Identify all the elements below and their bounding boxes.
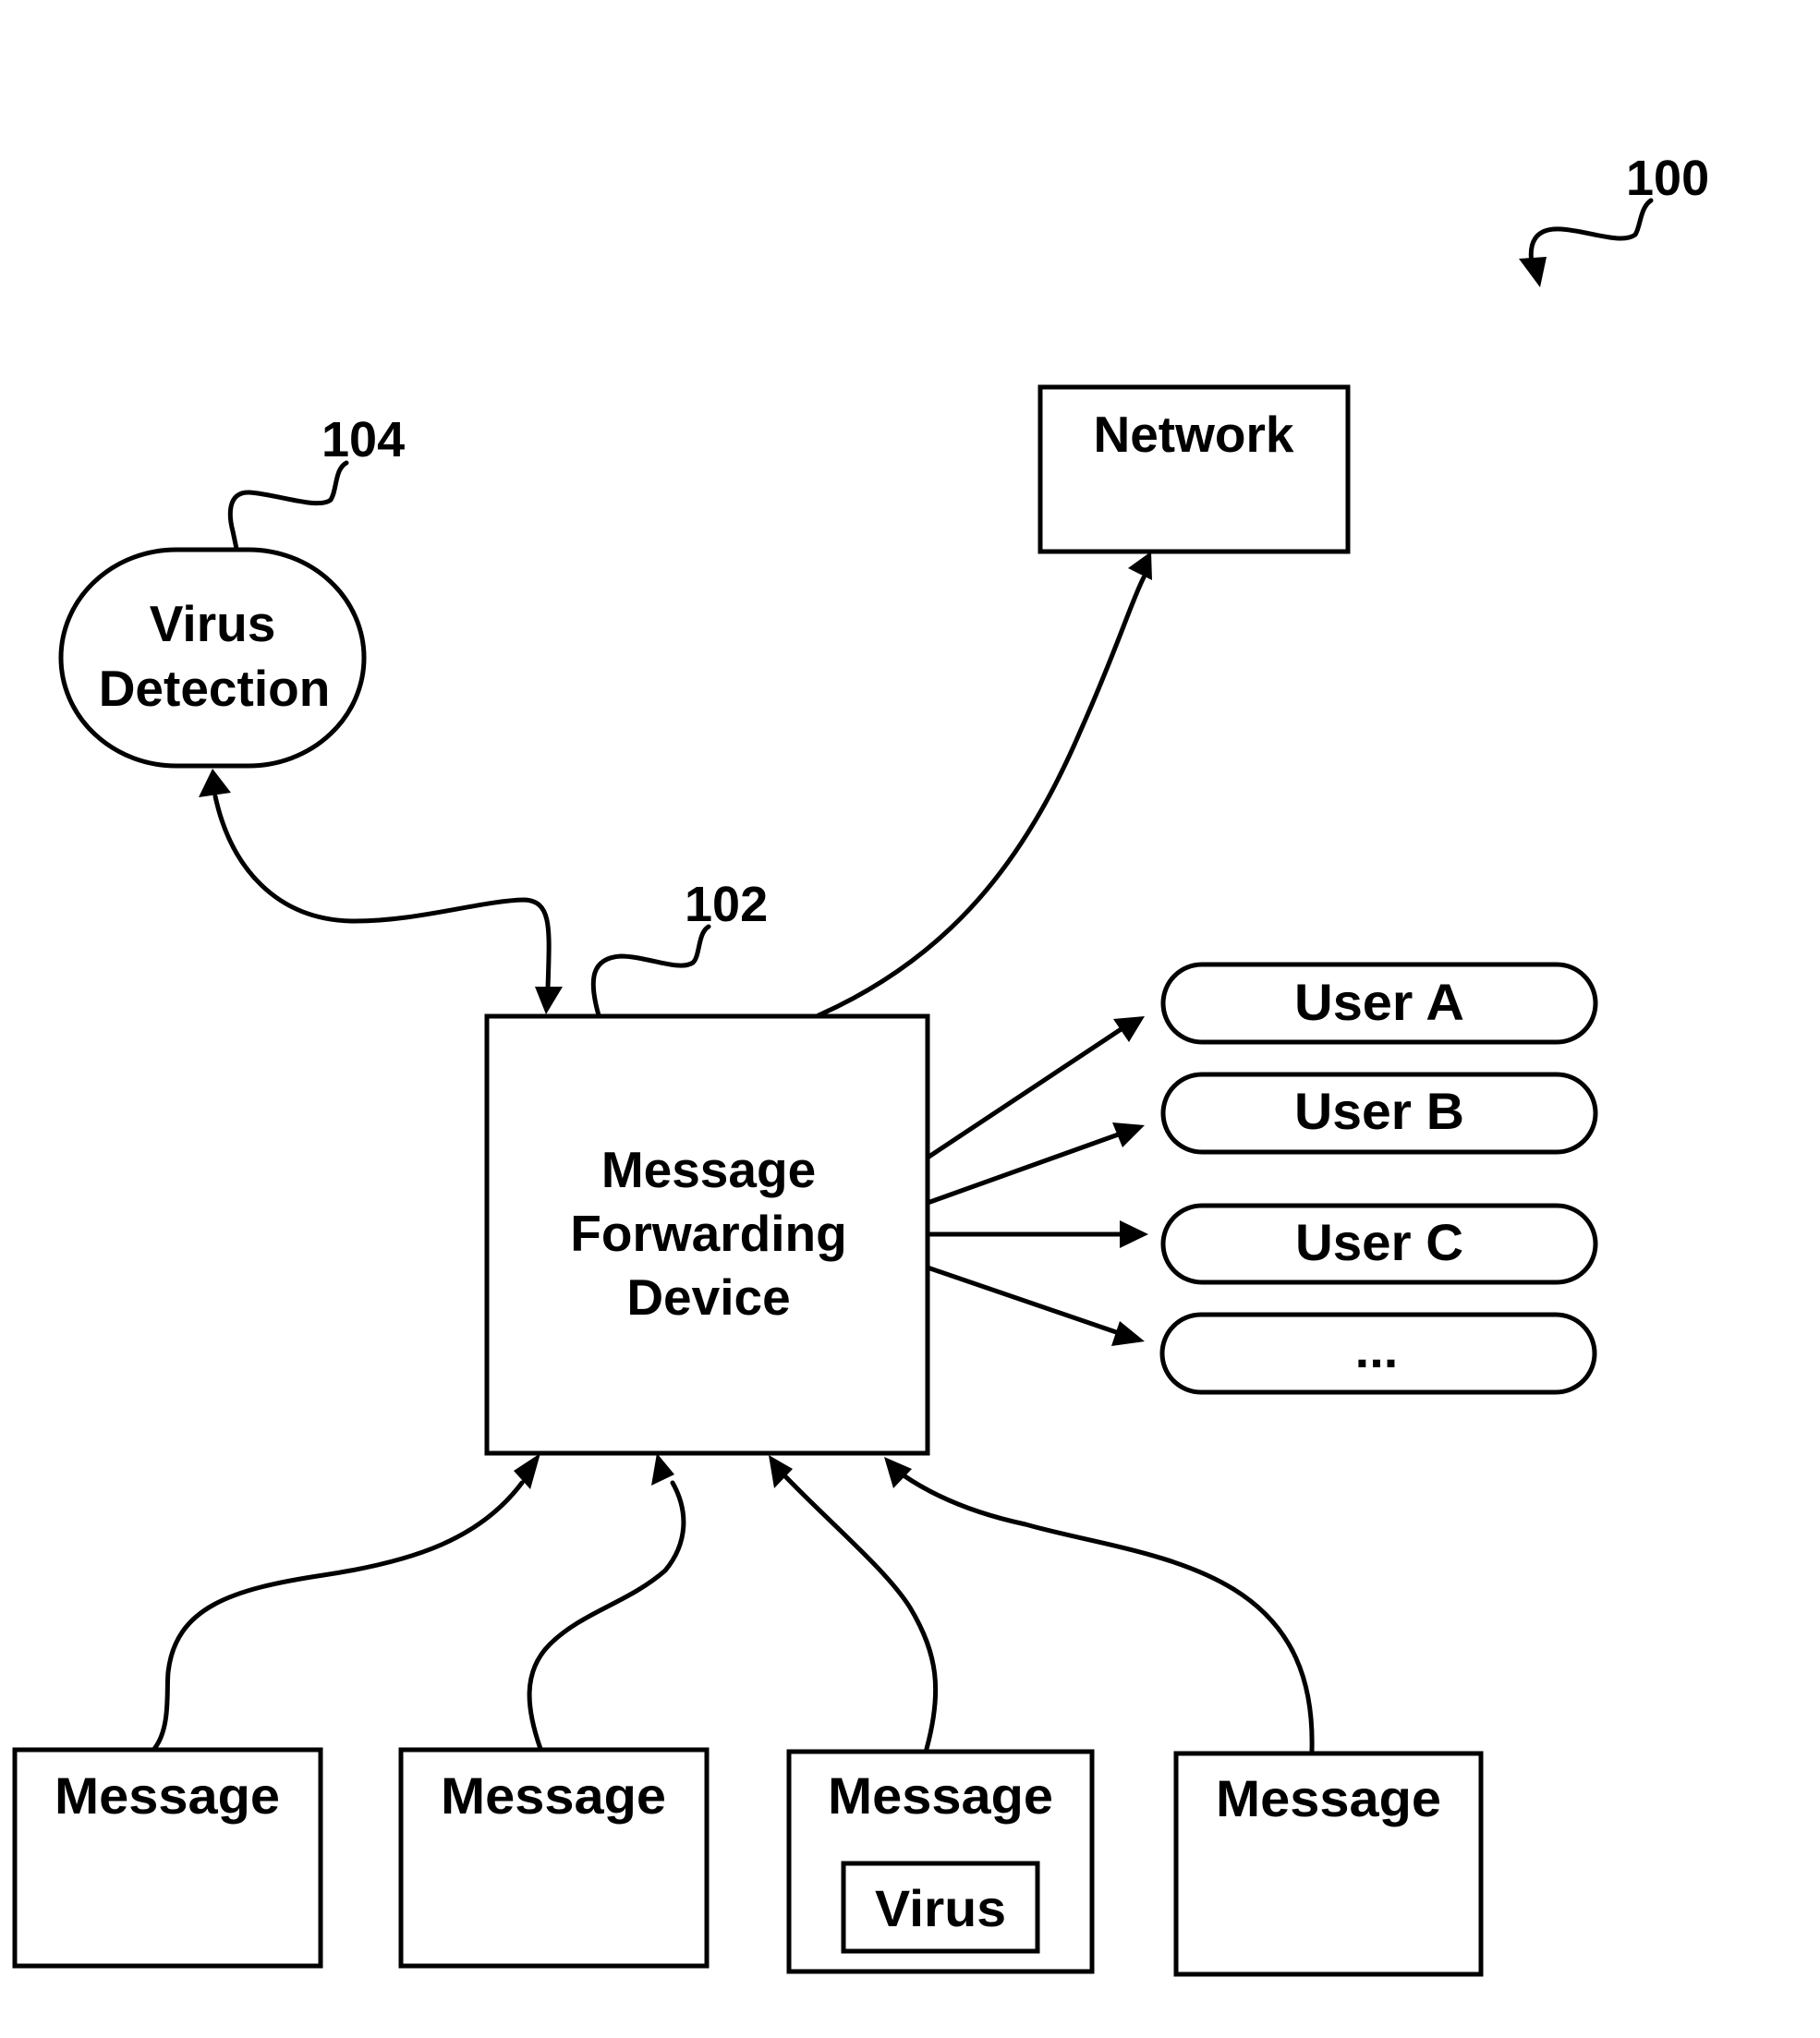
mfd-network-connector <box>816 552 1152 1018</box>
user-a: User A <box>1160 962 1598 1045</box>
message-1: Message <box>12 1747 323 1969</box>
virus-detection-ref-leader <box>227 460 349 552</box>
message-forwarding-device-node: Message Forwarding Device <box>484 1013 930 1456</box>
message-1-label: Message <box>55 1766 280 1825</box>
mfd-line2: Forwarding <box>570 1205 846 1262</box>
figure-ref-100: 100 <box>1519 151 1709 287</box>
figure-ref-leader <box>1528 198 1654 266</box>
message-3-label: Message <box>828 1766 1053 1825</box>
network-arrowhead-icon <box>1128 552 1152 580</box>
user-b-label: User B <box>1294 1082 1464 1140</box>
message-4-head-icon <box>884 1457 912 1488</box>
patent-figure: 100 Virus Detection 104 Network Message … <box>12 151 1709 1977</box>
virus-detection-ref: 104 <box>227 412 405 552</box>
figure-ref-arrowhead-icon <box>1519 257 1547 287</box>
mfd-virus-detection-connector <box>199 769 563 1014</box>
user-a-label: User A <box>1294 973 1464 1031</box>
network-label: Network <box>1094 406 1294 463</box>
user-more-label: ... <box>1355 1320 1399 1378</box>
message-2-line <box>527 1480 686 1752</box>
mfd-ref-leader <box>590 924 711 1018</box>
message-2-head-icon <box>651 1453 674 1486</box>
user-c: User C <box>1160 1203 1598 1285</box>
mfd-top-arrowhead-icon <box>535 987 563 1014</box>
mfd-network-line <box>816 575 1147 1018</box>
mfd-ref-label: 102 <box>685 877 768 932</box>
mfd-ref: 102 <box>590 877 768 1018</box>
message-3: Message Virus <box>786 1749 1095 1974</box>
mfd-line3: Device <box>626 1268 790 1326</box>
message-2-label: Message <box>441 1766 666 1825</box>
message-4-label: Message <box>1216 1769 1441 1827</box>
message-3-line <box>783 1474 939 1752</box>
message-4-line <box>901 1473 1315 1753</box>
user-more: ... <box>1159 1312 1597 1395</box>
message-inflow <box>152 1453 1315 1753</box>
user-b: User B <box>1160 1072 1598 1155</box>
message-1-line <box>152 1480 525 1752</box>
user-fanout <box>925 1016 1148 1346</box>
message-1-head-icon <box>514 1453 540 1489</box>
virus-attachment-label: Virus <box>875 1879 1006 1937</box>
virus-detection-line2: Detection <box>99 660 331 717</box>
mfd-virus-detection-line <box>212 794 552 991</box>
arrow-user-more-head-icon <box>1111 1321 1145 1346</box>
figure-ref-label: 100 <box>1626 151 1709 206</box>
message-4: Message <box>1173 1751 1484 1977</box>
network-node: Network <box>1037 384 1351 554</box>
virus-detection-shape <box>58 547 367 769</box>
mfd-line1: Message <box>601 1141 816 1198</box>
arrow-user-a-line <box>925 1024 1128 1160</box>
arrow-user-b-line <box>925 1130 1126 1206</box>
virus-detection-arrowhead-icon <box>199 769 231 797</box>
arrow-user-c-head-icon <box>1120 1220 1148 1248</box>
arrow-user-more-line <box>925 1265 1124 1337</box>
virus-detection-node: Virus Detection <box>58 547 367 769</box>
virus-detection-ref-label: 104 <box>322 412 405 467</box>
virus-detection-line1: Virus <box>150 595 276 652</box>
user-c-label: User C <box>1295 1213 1463 1271</box>
message-2: Message <box>398 1747 710 1969</box>
